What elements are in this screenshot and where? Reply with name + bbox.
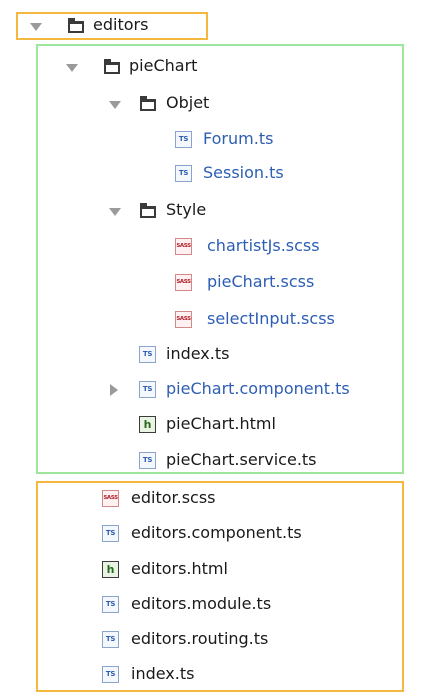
typescript-file-icon: TS [175,165,192,182]
typescript-file-icon: TS [102,525,119,542]
chevron-right-icon[interactable] [110,384,118,396]
typescript-file-icon: TS [139,452,156,469]
folder-label: Objet [166,93,210,112]
file-label: index.ts [131,664,195,683]
tree-file-piechart-component-ts[interactable]: TS pieChart.component.ts [0,373,424,407]
file-label: pieChart.scss [207,272,315,291]
typescript-file-icon: TS [102,631,119,648]
folder-label: Style [166,200,207,219]
chevron-down-icon[interactable] [66,64,78,72]
file-label: pieChart.service.ts [166,450,317,469]
file-label: editors.module.ts [131,594,272,613]
folder-icon [68,18,84,33]
tree-folder-editors[interactable]: editors [0,9,424,43]
tree-file-piechart-html[interactable]: h pieChart.html [0,408,424,442]
sass-file-icon: SASS [175,311,192,328]
tree-file-index-ts[interactable]: TS index.ts [0,658,424,692]
file-label: pieChart.component.ts [166,379,350,398]
file-label: editors.html [131,559,228,578]
file-label: Forum.ts [203,129,274,148]
tree-file-forum-ts[interactable]: TS Forum.ts [0,123,424,157]
folder-label: pieChart [129,56,198,75]
tree-file-editors-html[interactable]: h editors.html [0,553,424,587]
html-file-icon: h [139,416,156,433]
tree-file-session-ts[interactable]: TS Session.ts [0,157,424,191]
file-label: pieChart.html [166,414,276,433]
typescript-file-icon: TS [102,596,119,613]
tree-file-editors-routing-ts[interactable]: TS editors.routing.ts [0,623,424,657]
sass-file-icon: SASS [175,238,192,255]
folder-icon [104,59,120,74]
tree-file-piechart-service-ts[interactable]: TS pieChart.service.ts [0,444,424,478]
tree-file-piechart-scss[interactable]: SASS pieChart.scss [0,266,424,300]
chevron-down-icon[interactable] [30,23,42,31]
html-file-icon: h [102,561,119,578]
file-label: editor.scss [131,488,216,507]
typescript-file-icon: TS [102,666,119,683]
file-label: chartistJs.scss [207,236,320,255]
tree-file-editors-component-ts[interactable]: TS editors.component.ts [0,517,424,551]
folder-label: editors [93,15,149,34]
sass-file-icon: SASS [175,274,192,291]
file-label: selectInput.scss [207,309,335,328]
file-label: editors.routing.ts [131,629,269,648]
folder-icon [140,203,156,218]
sass-file-icon: SASS [102,490,119,507]
file-label: Session.ts [203,163,284,182]
tree-file-editor-scss[interactable]: SASS editor.scss [0,482,424,516]
chevron-down-icon[interactable] [109,101,121,109]
typescript-file-icon: TS [139,346,156,363]
tree-folder-style[interactable]: Style [0,194,424,228]
tree-file-editors-module-ts[interactable]: TS editors.module.ts [0,588,424,622]
typescript-file-icon: TS [139,381,156,398]
tree-file-piechart-index-ts[interactable]: TS index.ts [0,338,424,372]
typescript-file-icon: TS [175,131,192,148]
chevron-down-icon[interactable] [109,208,121,216]
file-label: index.ts [166,344,230,363]
file-label: editors.component.ts [131,523,302,542]
tree-file-chartistjs-scss[interactable]: SASS chartistJs.scss [0,230,424,264]
tree-file-selectinput-scss[interactable]: SASS selectInput.scss [0,303,424,337]
tree-folder-piechart[interactable]: pieChart [0,50,424,84]
folder-icon [140,96,156,111]
tree-folder-objet[interactable]: Objet [0,87,424,121]
